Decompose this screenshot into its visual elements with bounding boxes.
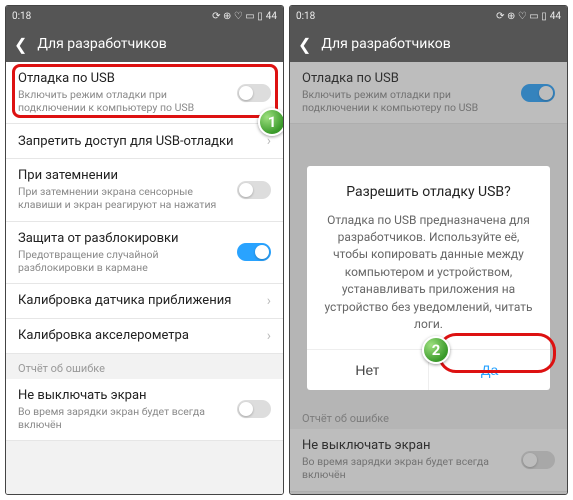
toggle-usb-debug[interactable]	[237, 84, 271, 102]
status-icons: ⟳ ⊕ ♡ ▭ ▯ 44	[496, 11, 561, 22]
dialog-body: Отладка по USB предназначена для разрабо…	[323, 212, 535, 334]
back-icon[interactable]: ❮	[298, 35, 311, 54]
status-bar: 0:18 ⟳ ⊕ ♡ ▭ ▯ 44	[6, 6, 283, 26]
status-icons: ⟳ ⊕ ♡ ▭ ▯ 44	[212, 11, 277, 22]
dialog-title: Разрешить отладку USB?	[323, 184, 535, 200]
row-unlock-guard[interactable]: Защита от разблокировки Предотвращение с…	[6, 222, 283, 284]
chevron-right-icon: ›	[267, 328, 271, 344]
row-title: Запретить доступ для USB-отладки	[18, 134, 259, 149]
row-title: Не выключать экран	[18, 388, 229, 403]
back-icon[interactable]: ❮	[14, 35, 27, 54]
row-usb-debug[interactable]: Отладка по USB Включить режим отладки пр…	[6, 62, 283, 124]
row-screen-on[interactable]: Не выключать экран Во время зарядки экра…	[6, 379, 283, 441]
chevron-right-icon: ›	[267, 293, 271, 309]
row-title: Калибровка акселерометра	[18, 328, 259, 343]
settings-list: Отладка по USB Включить режим отладки пр…	[6, 62, 283, 494]
dialog-no-button[interactable]: Нет	[307, 350, 429, 390]
row-sub: Во время зарядки экран будет всегда вклю…	[18, 405, 229, 431]
row-title: Калибровка датчика приближения	[18, 293, 259, 308]
phone-left: 0:18 ⟳ ⊕ ♡ ▭ ▯ 44 ❮ Для разработчиков От…	[5, 5, 284, 495]
row-accel-cal[interactable]: Калибровка акселерометра ›	[6, 319, 283, 354]
row-dim[interactable]: При затемнении При затемнении экрана сен…	[6, 159, 283, 221]
status-time: 0:18	[12, 11, 31, 22]
phone-right: 0:18 ⟳ ⊕ ♡ ▭ ▯ 44 ❮ Для разработчиков От…	[289, 5, 568, 495]
annotation-badge-2: 2	[422, 336, 450, 364]
row-sub: Включить режим отладки при подключении к…	[18, 88, 229, 114]
row-sub: При затемнении экрана сенсорные клавиши …	[18, 185, 229, 211]
row-deny-usb[interactable]: Запретить доступ для USB-отладки ›	[6, 124, 283, 159]
header: ❮ Для разработчиков	[290, 26, 567, 62]
header-title: Для разработчиков	[321, 36, 450, 52]
row-title: Отладка по USB	[18, 71, 229, 86]
row-title: При затемнении	[18, 168, 229, 183]
header: ❮ Для разработчиков	[6, 26, 283, 62]
toggle-dim[interactable]	[237, 181, 271, 199]
row-sub: Предотвращение случайной разблокировки в…	[18, 248, 229, 274]
toggle-unlock-guard[interactable]	[237, 243, 271, 261]
section-header-error: Отчёт об ошибке	[6, 354, 283, 379]
row-prox-cal[interactable]: Калибровка датчика приближения ›	[6, 284, 283, 319]
status-bar: 0:18 ⟳ ⊕ ♡ ▭ ▯ 44	[290, 6, 567, 26]
status-time: 0:18	[296, 11, 315, 22]
toggle-screen-on[interactable]	[237, 400, 271, 418]
header-title: Для разработчиков	[37, 36, 166, 52]
dialog-overlay: Разрешить отладку USB? Отладка по USB пр…	[290, 62, 567, 494]
annotation-badge-1: 1	[258, 108, 284, 136]
row-title: Защита от разблокировки	[18, 231, 229, 246]
